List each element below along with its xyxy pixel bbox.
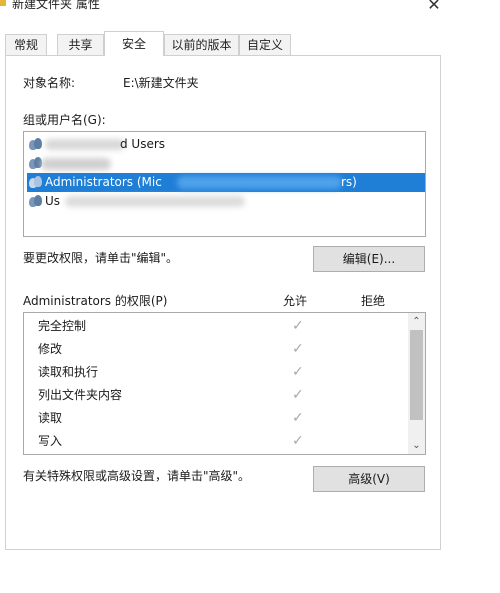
allow-header: 允许: [283, 294, 308, 308]
allow-check-icon: ✓: [292, 318, 304, 334]
folder-icon: [0, 0, 6, 6]
user-item-users[interactable]: d Users: [27, 135, 422, 154]
allow-check-icon: ✓: [292, 433, 304, 449]
user-item-redacted[interactable]: [27, 154, 422, 173]
allow-check-icon: ✓: [292, 387, 304, 403]
allow-check-icon: ✓: [292, 410, 304, 426]
allow-check-icon: ✓: [292, 341, 304, 357]
scroll-thumb[interactable]: [410, 330, 423, 420]
edit-hint: 要更改权限，请单击"编辑"。: [23, 251, 179, 265]
security-panel: 对象名称: E:\新建文件夹 组或用户名(G): d Users Adminis…: [5, 55, 441, 550]
user-group-icon: [29, 176, 43, 189]
window-title: 新建文件夹 属性: [12, 0, 100, 11]
permissions-list[interactable]: 完全控制 ✓ 修改 ✓ 读取和执行 ✓ 列出文件夹内容 ✓ 读取 ✓ 写入 ✓: [23, 312, 426, 455]
permission-row: 完全控制 ✓: [30, 315, 410, 338]
user-item-users-2[interactable]: Us: [27, 192, 422, 211]
tab-sharing[interactable]: 共享: [57, 34, 104, 55]
title-bar: 新建文件夹 属性 ✕: [0, 0, 452, 22]
object-name-value: E:\新建文件夹: [123, 76, 199, 90]
background-strip: [452, 0, 500, 593]
object-name-label: 对象名称:: [23, 76, 76, 90]
permission-row: 列出文件夹内容 ✓: [30, 384, 410, 407]
permission-row: 读取 ✓: [30, 407, 410, 430]
user-item-label: Administrators (Mic: [45, 175, 162, 189]
permission-name: 列出文件夹内容: [38, 388, 123, 402]
group-users-list[interactable]: d Users Administrators (Mic rs) Us: [23, 131, 426, 237]
allow-check-icon: ✓: [292, 364, 304, 380]
permission-name: 完全控制: [38, 319, 87, 333]
close-button[interactable]: ✕: [420, 0, 448, 16]
redacted-blur: [65, 196, 245, 207]
scroll-down-icon[interactable]: ⌄: [408, 437, 425, 454]
advanced-hint: 有关特殊权限或高级设置，请单击"高级"。: [23, 469, 251, 483]
user-group-icon: [29, 138, 43, 151]
properties-dialog: 新建文件夹 属性 ✕ 常规 共享 安全 以前的版本 自定义 对象名称: E:\新…: [0, 0, 452, 593]
permission-name: 写入: [38, 434, 63, 448]
tab-customize[interactable]: 自定义: [239, 34, 291, 55]
permission-name: 读取和执行: [38, 365, 99, 379]
user-item-suffix: rs): [341, 175, 357, 189]
permission-name: 读取: [38, 411, 63, 425]
permissions-title: Administrators 的权限(P): [23, 294, 168, 308]
permission-row: 读取和执行 ✓: [30, 361, 410, 384]
tab-general[interactable]: 常规: [5, 34, 47, 55]
permission-row: 修改 ✓: [30, 338, 410, 361]
edit-button[interactable]: 编辑(E)...: [313, 246, 425, 272]
redacted-blur: [45, 139, 125, 150]
group-users-label: 组或用户名(G):: [23, 113, 106, 127]
redacted-blur: [41, 158, 111, 170]
advanced-button[interactable]: 高级(V): [313, 466, 425, 492]
tab-security[interactable]: 安全: [104, 31, 164, 56]
user-item-label: Us: [45, 194, 61, 208]
user-group-icon: [29, 195, 43, 208]
scroll-up-icon[interactable]: ⌃: [408, 313, 425, 330]
permission-name: 修改: [38, 342, 63, 356]
permission-row: 写入 ✓: [30, 430, 410, 453]
user-item-administrators[interactable]: Administrators (Mic rs): [27, 173, 425, 192]
user-item-label: d Users: [120, 137, 166, 151]
tab-previous-versions[interactable]: 以前的版本: [164, 34, 239, 55]
deny-header: 拒绝: [361, 294, 386, 308]
redacted-blur: [177, 176, 342, 189]
permissions-scrollbar[interactable]: ⌃ ⌄: [408, 313, 425, 454]
